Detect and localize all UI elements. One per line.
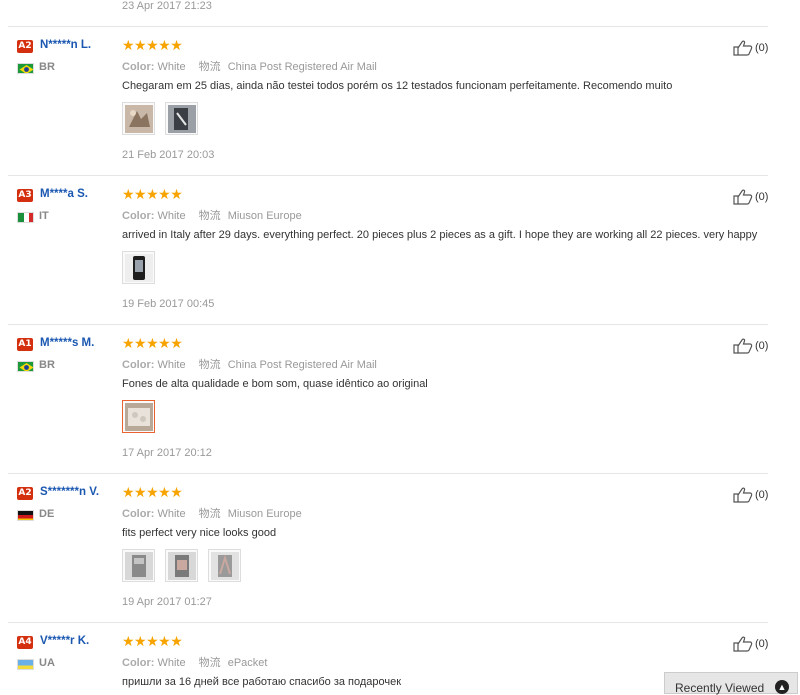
review-text: Chegaram em 25 dias, ainda não testei to…: [122, 80, 673, 92]
helpful-count: (0): [755, 42, 769, 54]
review-text: пришли за 16 дней все работаю спасибо за…: [122, 676, 402, 688]
thumbs-up-icon: [733, 487, 753, 503]
color-label: Color:: [122, 508, 155, 520]
review-date: 19 Feb 2017 00:45: [122, 298, 215, 310]
color-label: Color:: [122, 61, 155, 73]
helpful-count: (0): [755, 638, 769, 650]
review-meta: Color: White 物流 Miuson Europe: [122, 207, 302, 223]
review-meta: Color: White 物流 China Post Registered Ai…: [122, 58, 377, 74]
buyer-level-badge: A4: [17, 636, 33, 649]
top-review-date: 23 Apr 2017 21:23: [122, 0, 212, 12]
buyer-name[interactable]: N*****n L.: [40, 39, 91, 51]
buyer-level-badge: A3: [17, 189, 33, 202]
shipping-value: ePacket: [227, 657, 268, 669]
divider: [8, 26, 768, 27]
review-meta: Color: White 物流 Miuson Europe: [122, 505, 302, 521]
review-date: 19 Apr 2017 01:27: [122, 596, 212, 608]
divider: [8, 622, 768, 623]
flag-br-icon: [17, 63, 34, 74]
review-text: arrived in Italy after 29 days. everythi…: [122, 229, 758, 241]
flag-br-icon: [17, 361, 34, 372]
shipping-value: Miuson Europe: [227, 210, 302, 222]
helpful-button[interactable]: (0): [733, 338, 768, 354]
helpful-count: (0): [755, 340, 769, 352]
thumbs-up-icon: [733, 338, 753, 354]
buyer-level-badge: A2: [17, 487, 33, 500]
color-label: Color:: [122, 359, 155, 371]
review-photo-thumbnail[interactable]: [208, 549, 241, 582]
buyer-country: IT: [39, 210, 49, 222]
buyer-country: UA: [39, 657, 55, 669]
buyer-name[interactable]: V*****r K.: [40, 635, 89, 647]
shipping-label: 物流: [198, 507, 221, 520]
review-photo-thumbnail[interactable]: [165, 102, 198, 135]
color-label: Color:: [122, 657, 155, 669]
helpful-button[interactable]: (0): [733, 636, 768, 652]
helpful-button[interactable]: (0): [733, 189, 768, 205]
rating-stars: ★★★★★: [122, 484, 183, 500]
buyer-name[interactable]: S*******n V.: [40, 486, 99, 498]
buyer-country: BR: [39, 61, 55, 73]
color-value: White: [157, 359, 186, 371]
chevron-up-icon: ▲: [775, 680, 789, 694]
color-value: White: [157, 61, 186, 73]
review-date: 21 Feb 2017 20:03: [122, 149, 215, 161]
helpful-button[interactable]: (0): [733, 40, 768, 56]
divider: [8, 175, 768, 176]
flag-it-icon: [17, 212, 34, 223]
rating-stars: ★★★★★: [122, 37, 183, 53]
color-value: White: [157, 508, 186, 520]
shipping-value: Miuson Europe: [227, 508, 302, 520]
divider: [8, 324, 768, 325]
shipping-value: China Post Registered Air Mail: [227, 61, 377, 73]
rating-stars: ★★★★★: [122, 335, 183, 351]
shipping-label: 物流: [198, 60, 221, 73]
buyer-country: DE: [39, 508, 55, 520]
rating-stars: ★★★★★: [122, 186, 183, 202]
buyer-level-badge: A1: [17, 338, 33, 351]
review-photo-thumbnail[interactable]: [122, 251, 155, 284]
thumbs-up-icon: [733, 189, 753, 205]
shipping-value: China Post Registered Air Mail: [227, 359, 377, 371]
review-photo-thumbnail[interactable]: [122, 102, 155, 135]
helpful-count: (0): [755, 191, 769, 203]
review-photo-thumbnail[interactable]: [122, 400, 155, 433]
recently-viewed-label: Recently Viewed: [675, 681, 765, 695]
review-photo-thumbnail[interactable]: [122, 549, 155, 582]
color-value: White: [157, 657, 186, 669]
review-text: fits perfect very nice looks good: [122, 527, 277, 539]
shipping-label: 物流: [198, 358, 221, 371]
buyer-name[interactable]: M*****s M.: [40, 337, 94, 349]
helpful-button[interactable]: (0): [733, 487, 768, 503]
buyer-country: BR: [39, 359, 55, 371]
review-photo-thumbnail[interactable]: [165, 549, 198, 582]
shipping-label: 物流: [198, 209, 221, 222]
thumbs-up-icon: [733, 636, 753, 652]
flag-ua-icon: [17, 659, 34, 670]
review-meta: Color: White 物流 China Post Registered Ai…: [122, 356, 377, 372]
buyer-level-badge: A2: [17, 40, 33, 53]
flag-de-icon: [17, 510, 34, 521]
thumbs-up-icon: [733, 40, 753, 56]
divider: [8, 473, 768, 474]
review-meta: Color: White 物流 ePacket: [122, 654, 267, 670]
rating-stars: ★★★★★: [122, 633, 183, 649]
color-label: Color:: [122, 210, 155, 222]
color-value: White: [157, 210, 186, 222]
helpful-count: (0): [755, 489, 769, 501]
review-date: 17 Apr 2017 20:12: [122, 447, 212, 459]
review-text: Fones de alta qualidade e bom som, quase…: [122, 378, 428, 390]
buyer-name[interactable]: M****a S.: [40, 188, 88, 200]
shipping-label: 物流: [198, 656, 221, 669]
